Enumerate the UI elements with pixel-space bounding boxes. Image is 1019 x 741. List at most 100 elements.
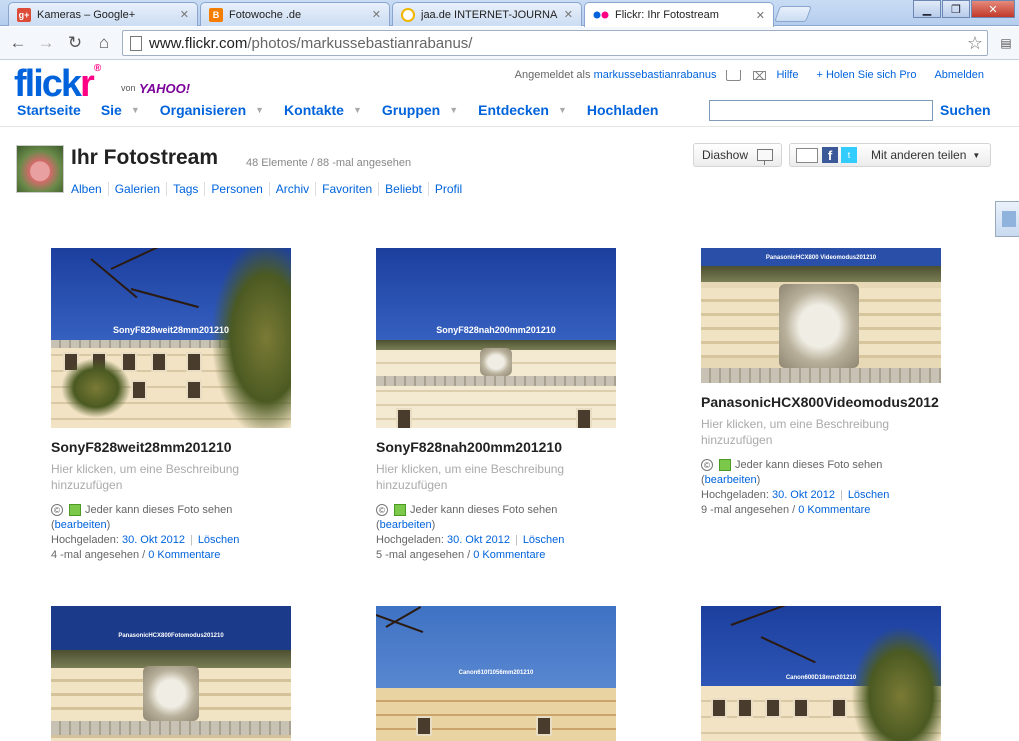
tab-title: Fotowoche .de [229,8,302,21]
delete-link[interactable]: Löschen [848,489,890,501]
bookmark-star-icon[interactable]: ☆ [967,33,983,54]
chevron-down-icon[interactable]: ▼ [353,105,362,115]
delete-link[interactable]: Löschen [523,534,565,546]
chevron-down-icon[interactable]: ▼ [449,105,458,115]
chevron-down-icon[interactable]: ▼ [558,105,567,115]
close-tab-icon[interactable]: ✕ [756,9,765,22]
nav-entdecken[interactable]: Entdecken ▼ [478,102,567,118]
share-label: Mit anderen teilen [871,148,967,162]
subnav-tags[interactable]: Tags [166,182,204,196]
photo-thumbnail[interactable]: SonyF828weit28mm201210 [51,248,291,428]
help-link[interactable]: Hilfe [776,69,798,81]
facebook-icon[interactable]: f [822,147,838,163]
signed-in-prefix: Angemeldet als [514,69,591,81]
tab-google-plus[interactable]: g+ Kameras – Google+ ✕ [8,2,198,26]
edit-link[interactable]: bearbeiten [705,474,757,486]
new-tab-button[interactable] [774,6,812,22]
chevron-down-icon[interactable]: ▼ [255,105,264,115]
forward-arrow-icon[interactable]: → [34,32,58,54]
photo-thumbnail[interactable]: SonyF828nah200mm201210 [376,248,616,428]
close-window-button[interactable]: ✕ [971,0,1015,18]
nav-gruppen[interactable]: Gruppen ▼ [382,102,458,118]
search-button[interactable]: Suchen [940,102,991,118]
main-nav: Startseite Sie ▼ Organisieren ▼ Kontakte ▼ … [17,102,678,118]
browser-tabstrip: g+ Kameras – Google+ ✕ B Fotowoche .de ✕… [0,0,1019,27]
flickr-logo[interactable]: flickr® [14,63,101,106]
subnav-archiv[interactable]: Archiv [268,182,315,196]
subnav-galerien[interactable]: Galerien [107,182,166,196]
reload-icon[interactable]: ↻ [63,32,87,54]
subnav-favoriten[interactable]: Favoriten [315,182,378,196]
chevron-down-icon[interactable]: ▼ [131,105,140,115]
tab-fotowoche[interactable]: B Fotowoche .de ✕ [200,2,390,26]
nav-startseite[interactable]: Startseite [17,102,81,118]
logout-link[interactable]: Abmelden [934,69,984,81]
close-tab-icon[interactable]: ✕ [372,8,381,21]
photo-description[interactable]: Hier klicken, um eine Beschreibung hinzu… [51,461,271,493]
upload-date-link[interactable]: 30. Okt 2012 [447,534,510,546]
photo-watermark: SonyF828nah200mm201210 [436,325,556,335]
photo-watermark: SonyF828weit28mm201210 [112,325,230,335]
nav-sie[interactable]: Sie ▼ [101,102,140,118]
photo-title[interactable]: SonyF828weit28mm201210 [51,439,291,455]
page-icon [130,36,142,51]
comments-link[interactable]: 0 Kommentare [798,504,870,516]
back-arrow-icon[interactable]: ← [6,32,30,54]
photo-title[interactable]: SonyF828nah200mm201210 [376,439,616,455]
nav-organisieren[interactable]: Organisieren ▼ [160,102,264,118]
photo-watermark: PanasonicHCX800 Videomodus201210 [765,255,877,261]
minimize-button[interactable]: ▁ [913,0,941,18]
photo-watermark: PanasonicHCX800Fotomodus201210 [118,633,224,639]
tab-flickr[interactable]: Flickr: Ihr Fotostream ✕ [584,2,774,27]
edit-link[interactable]: bearbeiten [380,519,432,531]
photo-thumbnail[interactable]: PanasonicHCX800Fotomodus201210 [51,606,291,741]
mail-icon[interactable] [753,70,767,80]
url-path: /photos/markussebastianrabanus/ [247,34,473,52]
maximize-button[interactable]: ❐ [942,0,970,18]
close-tab-icon[interactable]: ✕ [564,8,573,21]
side-panel-tab[interactable] [995,201,1019,237]
tab-title: Flickr: Ihr Fotostream [615,9,719,21]
cart-icon[interactable] [726,69,742,81]
twitter-icon[interactable]: t [841,147,857,163]
subnav-personen[interactable]: Personen [204,182,268,196]
slideshow-icon [757,149,774,165]
blogger-icon: B [209,7,223,22]
copyright-icon: © [701,459,713,472]
share-button[interactable]: f t Mit anderen teilen ▼ [789,143,991,167]
slideshow-button[interactable]: Diashow [693,143,782,167]
stream-subnav: Alben Galerien Tags Personen Archiv Favo… [71,182,468,196]
upload-date-link[interactable]: 30. Okt 2012 [122,534,185,546]
tab-jaa[interactable]: jaa.de INTERNET-JOURNAL ✕ [392,2,582,26]
photo-description[interactable]: Hier klicken, um eine Beschreibung hinzu… [701,416,921,448]
subnav-alben[interactable]: Alben [71,182,108,196]
upload-date-link[interactable]: 30. Okt 2012 [772,489,835,501]
get-pro-link[interactable]: + Holen Sie sich Pro [816,69,916,81]
public-icon [394,504,406,517]
address-bar[interactable]: www.flickr.com/photos/markussebastianrab… [122,30,988,56]
copyright-icon: © [51,504,63,517]
wrench-menu-icon[interactable]: ▤ [996,32,1016,54]
photo-description[interactable]: Hier klicken, um eine Beschreibung hinzu… [376,461,596,493]
comments-link[interactable]: 0 Kommentare [148,549,220,561]
username-link[interactable]: markussebastianrabanus [594,69,717,81]
comments-link[interactable]: 0 Kommentare [473,549,545,561]
close-tab-icon[interactable]: ✕ [180,8,189,21]
search-input[interactable] [709,100,933,121]
nav-hochladen[interactable]: Hochladen [587,102,659,118]
photo-thumbnail[interactable]: Canon600D18mm201210 [701,606,941,741]
mail-icon[interactable] [796,147,818,163]
avatar[interactable] [16,145,64,193]
subnav-beliebt[interactable]: Beliebt [378,182,428,196]
subnav-profil[interactable]: Profil [427,182,468,196]
edit-link[interactable]: bearbeiten [55,519,107,531]
photo-thumbnail[interactable]: Canon610f1056mm201210 [376,606,616,741]
nav-kontakte[interactable]: Kontakte ▼ [284,102,362,118]
photo-thumbnail[interactable]: PanasonicHCX800 Videomodus201210 [701,248,941,383]
tab-title: Kameras – Google+ [37,8,136,21]
home-icon[interactable]: ⌂ [92,32,116,54]
photo-title[interactable]: PanasonicHCX800Videomodus2012 [701,394,941,410]
delete-link[interactable]: Löschen [198,534,240,546]
logo-von: von [121,83,136,93]
jaa-icon [401,7,415,22]
